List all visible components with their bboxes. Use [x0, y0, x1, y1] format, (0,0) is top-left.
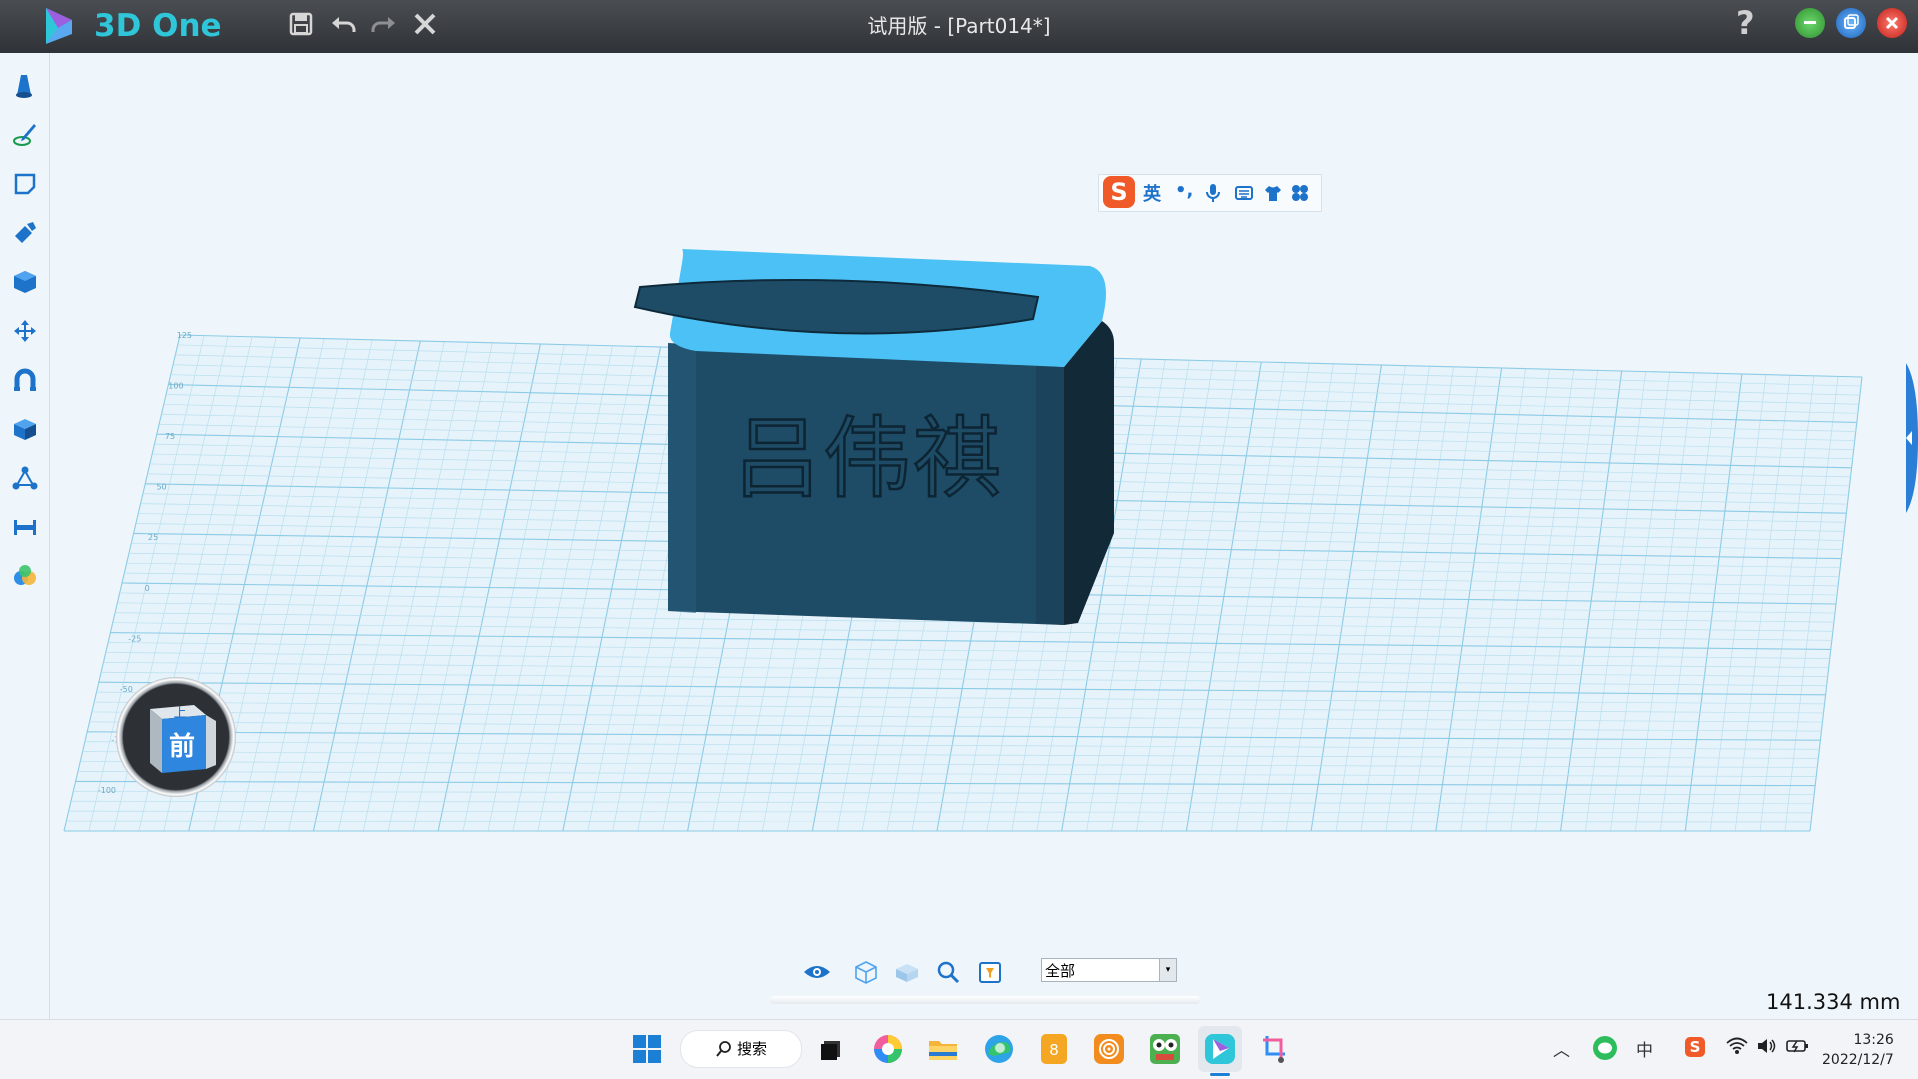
view-cube[interactable]: 前 上	[116, 677, 236, 797]
grid-tick-label: 25	[148, 533, 158, 542]
search-label: 搜索	[737, 1040, 768, 1058]
combine-icon[interactable]	[12, 416, 38, 442]
grid-tick-label: 100	[168, 382, 183, 391]
zoom-search-icon[interactable]	[936, 960, 960, 984]
input-method-icon[interactable]: 中	[1636, 1036, 1653, 1061]
wifi-icon[interactable]	[1726, 1037, 1748, 1055]
svg-text:S: S	[1690, 1038, 1701, 1056]
3d-viewport[interactable]: 1251007550250-25-50-75-100 吕伟祺 前 上	[50, 53, 1918, 1019]
restore-button[interactable]	[1836, 8, 1866, 38]
left-toolbar	[0, 53, 50, 1019]
engraved-name: 吕伟祺	[733, 407, 1003, 510]
sketch-edit-icon[interactable]	[12, 171, 38, 197]
toolbox-icon[interactable]	[1291, 184, 1309, 202]
notes-app-icon[interactable]: 8	[1037, 1032, 1071, 1066]
tissue-box-model[interactable]: 吕伟祺	[633, 249, 1114, 625]
grid-tick-label: -100	[98, 786, 116, 795]
chevron-down-icon[interactable]: ▾	[1159, 959, 1176, 981]
taskbar-search[interactable]: 搜索	[680, 1030, 802, 1068]
title-bar: 3D One 试用版 - [Part014*] ?	[0, 0, 1918, 53]
material-render-icon[interactable]	[12, 563, 38, 589]
help-button[interactable]: ?	[1736, 4, 1755, 42]
show-hidden-icons[interactable]: ︿	[1553, 1036, 1570, 1061]
active-app-indicator	[1210, 1073, 1230, 1076]
microphone-icon[interactable]	[1205, 183, 1221, 203]
windows-start-icon[interactable]	[630, 1032, 664, 1066]
wechat-icon[interactable]	[1592, 1035, 1618, 1061]
magnet-adsorb-icon[interactable]	[12, 367, 38, 393]
ime-punctuation-toggle[interactable]: •,	[1175, 180, 1193, 201]
grid-tick-label: -25	[128, 634, 141, 643]
file-explorer-icon[interactable]	[926, 1032, 960, 1066]
sogou-tray-icon[interactable]: S	[1684, 1035, 1706, 1059]
feature-modeling-icon[interactable]	[12, 220, 38, 246]
minimize-button[interactable]	[1795, 8, 1825, 38]
measurement-value: 141.334 mm	[1766, 990, 1901, 1014]
3d-one-taskbar-icon[interactable]	[1203, 1032, 1237, 1066]
edge-browser-icon[interactable]	[982, 1032, 1016, 1066]
close-icon	[1885, 16, 1899, 30]
skin-shirt-icon[interactable]	[1264, 184, 1282, 202]
taskbar: 搜索 8 ︿ 中 S 13:26 2022/12/7	[0, 1019, 1918, 1079]
move-icon[interactable]	[12, 318, 38, 344]
task-view-icon[interactable]	[815, 1032, 849, 1066]
sogou-logo-icon[interactable]: S	[1103, 176, 1135, 208]
grid-tick-label: 0	[145, 584, 150, 593]
fingerprint-app-icon[interactable]	[1092, 1032, 1126, 1066]
system-clock[interactable]: 13:26 2022/12/7	[1822, 1030, 1894, 1070]
measure-distance-icon[interactable]	[12, 514, 38, 540]
restore-icon	[1844, 14, 1859, 29]
grid-tick-label: 125	[177, 331, 192, 340]
shaded-cube-icon[interactable]	[894, 960, 920, 984]
model-front-edge-left	[668, 343, 696, 613]
view-cube-front-label: 前	[169, 731, 195, 762]
grid-tick-label: 50	[156, 483, 166, 492]
ime-toolbar[interactable]: S 英 •,	[1098, 174, 1322, 212]
filter-dropdown-value: 全部	[1045, 962, 1076, 980]
svg-text:8: 8	[1049, 1041, 1059, 1059]
scene-canvas[interactable]: 1251007550250-25-50-75-100 吕伟祺	[50, 53, 1918, 1019]
sketch-icon[interactable]	[12, 122, 38, 148]
view-toolbar-shelf	[770, 996, 1200, 1004]
basic-shapes-icon[interactable]	[12, 73, 38, 99]
battery-icon[interactable]	[1786, 1038, 1810, 1054]
clock-time: 13:26	[1853, 1032, 1894, 1048]
array-icon[interactable]	[12, 465, 38, 491]
wireframe-cube-icon[interactable]	[854, 960, 878, 984]
ime-mode-toggle[interactable]: 英	[1143, 180, 1161, 206]
view-cube-graphic: 前 上	[150, 705, 216, 773]
browser-icon[interactable]	[871, 1032, 905, 1066]
close-window-button[interactable]	[1877, 8, 1907, 38]
view-cube-top-label: 上	[173, 706, 186, 721]
snipping-tool-icon[interactable]	[1259, 1032, 1293, 1066]
special-functions-icon[interactable]	[12, 269, 38, 295]
filter-select-icon[interactable]	[978, 960, 1002, 984]
minimize-icon	[1804, 21, 1816, 24]
window-title: 试用版 - [Part014*]	[867, 14, 1051, 38]
model-front-edge-right	[1036, 365, 1064, 625]
filter-dropdown[interactable]: 全部 ▾	[1041, 958, 1177, 982]
search-icon	[716, 1041, 731, 1057]
clock-date: 2022/12/7	[1822, 1052, 1894, 1068]
volume-icon[interactable]	[1756, 1037, 1776, 1055]
keyboard-icon[interactable]	[1235, 185, 1253, 201]
visibility-eye-icon[interactable]	[802, 962, 832, 982]
game-app-icon[interactable]	[1148, 1032, 1182, 1066]
grid-tick-label: 75	[165, 432, 175, 441]
